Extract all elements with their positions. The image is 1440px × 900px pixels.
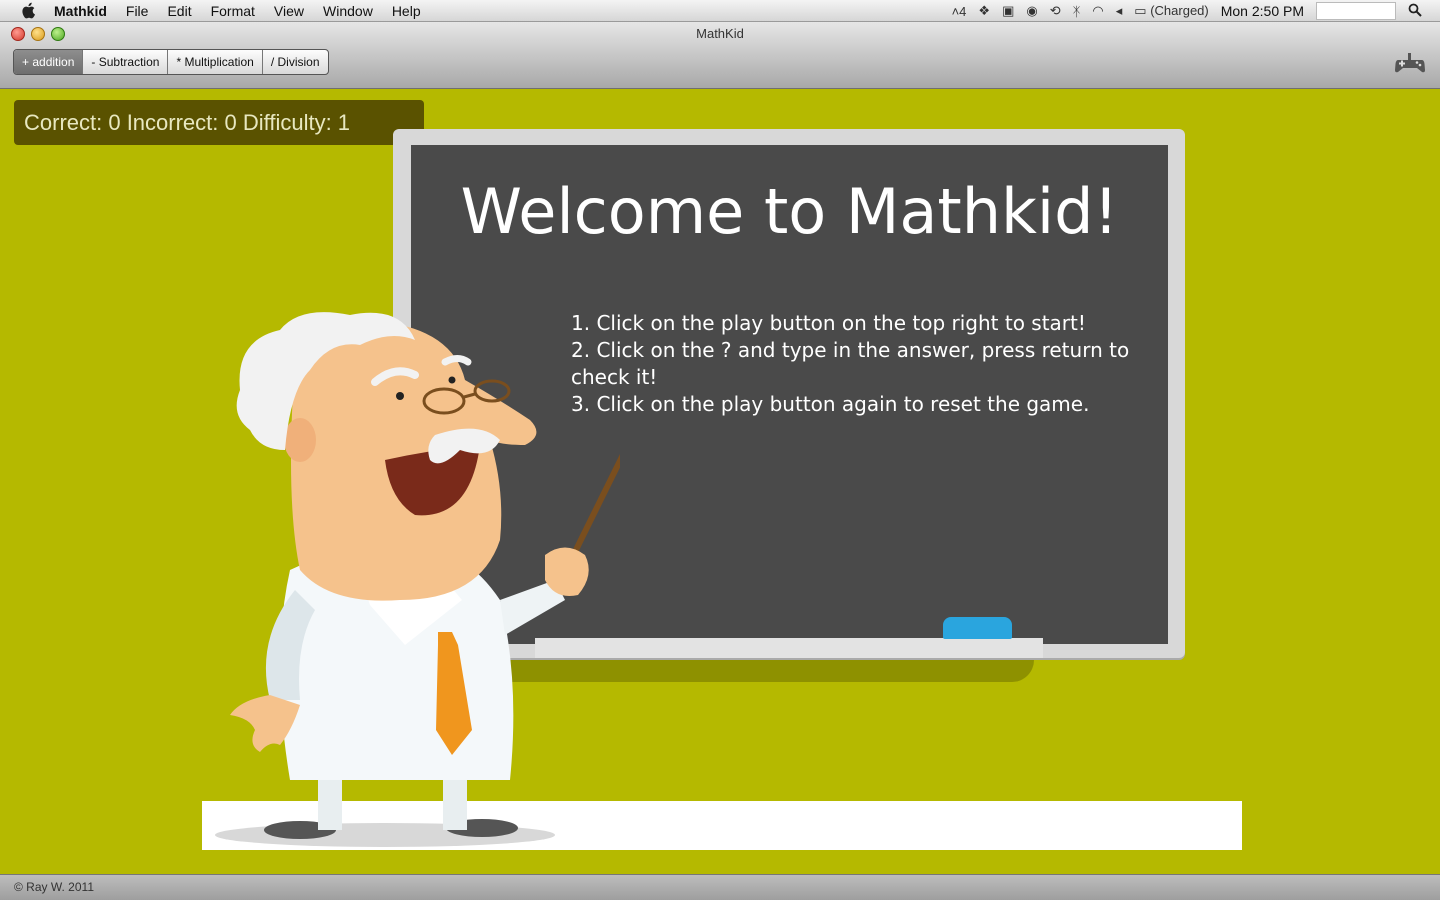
menu-window[interactable]: Window: [323, 2, 373, 20]
adobe-count: 4: [959, 3, 967, 19]
menu-edit[interactable]: Edit: [167, 2, 191, 20]
wifi-icon[interactable]: ◠: [1092, 3, 1103, 19]
menu-app-name[interactable]: Mathkid: [54, 2, 107, 20]
menu-view[interactable]: View: [274, 2, 304, 20]
evernote-icon[interactable]: ▣: [1002, 3, 1014, 19]
dropbox-icon[interactable]: ❖: [978, 3, 990, 19]
volume-icon[interactable]: ◂: [1116, 3, 1123, 19]
instruction-step-2: 2. Click on the ? and type in the answer…: [571, 338, 1130, 389]
footer: © Ray W. 2011: [0, 874, 1440, 900]
tab-addition[interactable]: + addition: [14, 50, 84, 74]
window-title: MathKid: [696, 26, 744, 41]
copyright-text: © Ray W. 2011: [14, 880, 94, 894]
operation-segmented-control: + addition - Subtraction * Multiplicatio…: [13, 49, 329, 75]
score-display: Correct: 0 Incorrect: 0 Difficulty: 1: [14, 100, 424, 145]
menu-format[interactable]: Format: [211, 2, 255, 20]
tab-multiplication[interactable]: * Multiplication: [168, 50, 263, 74]
tab-subtraction[interactable]: - Subtraction: [83, 50, 169, 74]
professor-illustration: [215, 312, 620, 847]
menu-file[interactable]: File: [126, 2, 149, 20]
time-machine-icon[interactable]: ⟲: [1050, 3, 1061, 19]
menu-bar: Mathkid File Edit Format View Window Hel…: [0, 0, 1440, 22]
sync-icon[interactable]: ◉: [1026, 3, 1037, 19]
play-gamepad-icon[interactable]: [1394, 52, 1426, 74]
battery-status: (Charged): [1150, 3, 1209, 18]
instruction-step-1: 1. Click on the play button on the top r…: [571, 311, 1086, 335]
window-titlebar: MathKid + addition - Subtraction * Multi…: [0, 22, 1440, 89]
battery-icon[interactable]: ▭ (Charged): [1134, 3, 1208, 19]
tab-division[interactable]: / Division: [263, 50, 328, 74]
menu-help[interactable]: Help: [392, 2, 421, 20]
welcome-heading: Welcome to Mathkid!: [460, 175, 1119, 248]
adobe-updater-icon[interactable]: ˄4: [952, 4, 967, 19]
apple-icon[interactable]: [20, 2, 36, 19]
clock[interactable]: Mon 2:50 PM: [1221, 3, 1304, 19]
instructions: 1. Click on the play button on the top r…: [571, 310, 1151, 418]
status-area: ˄4 ❖ ▣ ◉ ⟲ ᛡ ◠ ◂ ▭ (Charged) Mon 2:50 PM: [952, 0, 1440, 22]
eraser-icon: [943, 617, 1012, 639]
bluetooth-icon[interactable]: ᛡ: [1073, 4, 1081, 19]
instruction-step-3: 3. Click on the play button again to res…: [571, 392, 1090, 416]
spotlight-search-icon[interactable]: [1408, 3, 1422, 20]
spotlight-field[interactable]: [1316, 2, 1396, 20]
